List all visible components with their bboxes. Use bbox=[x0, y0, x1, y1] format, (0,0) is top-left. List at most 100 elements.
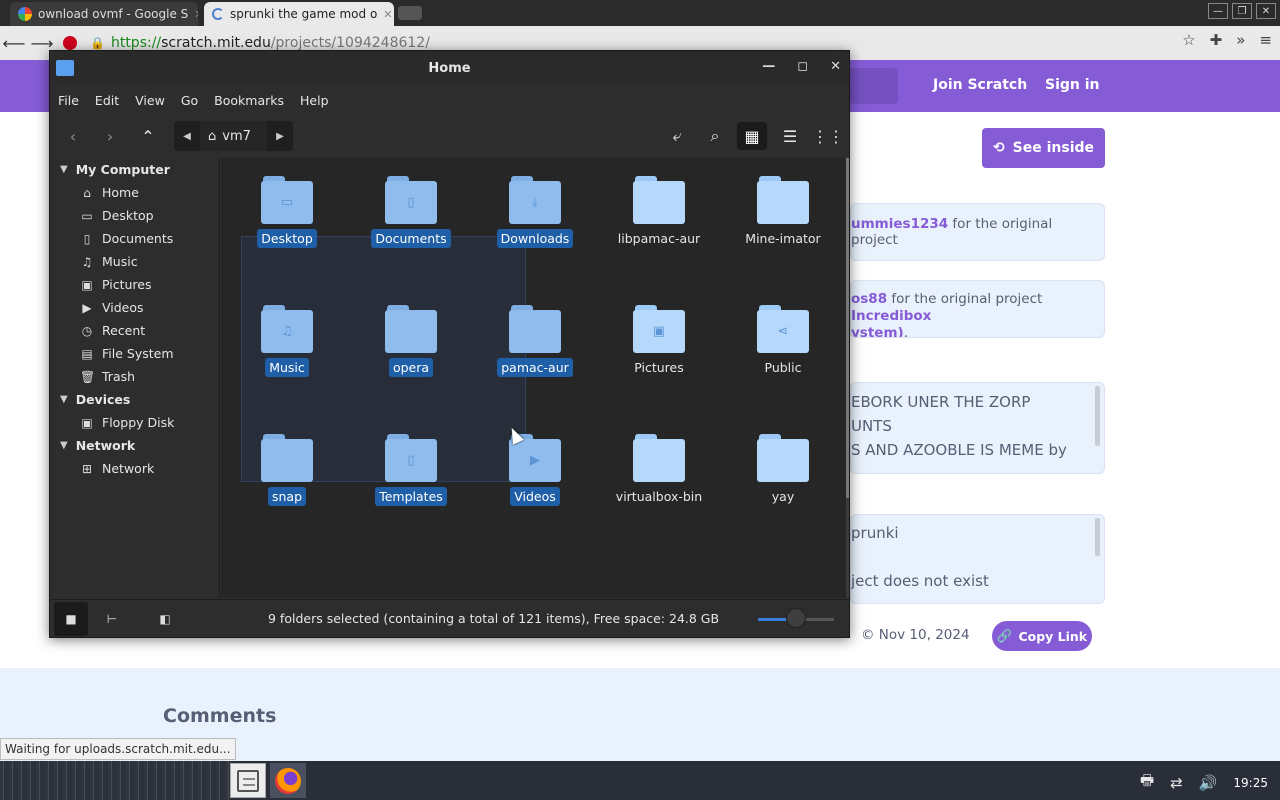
folder-item[interactable]: libpamac-aur bbox=[599, 176, 719, 296]
credit-project-link[interactable]: ystem) bbox=[851, 325, 904, 337]
taskbar-files-app[interactable] bbox=[230, 763, 266, 798]
forward-icon[interactable]: › bbox=[95, 122, 125, 150]
breadcrumb-home[interactable]: ⌂ vm7 bbox=[200, 121, 267, 151]
folder-item[interactable]: opera bbox=[351, 305, 471, 425]
credit-user-link[interactable]: os88 bbox=[851, 291, 887, 307]
up-icon[interactable]: ⌃ bbox=[133, 122, 163, 150]
taskbar-firefox-app[interactable] bbox=[270, 763, 306, 798]
folder-item[interactable]: Mine-imator bbox=[723, 176, 843, 296]
status-text: 9 folders selected (containing a total o… bbox=[268, 611, 720, 626]
icon-view-scrollbar[interactable] bbox=[846, 158, 849, 598]
menu-view[interactable]: View bbox=[127, 93, 173, 108]
scrollbar-thumb[interactable] bbox=[846, 158, 849, 498]
sidebar-section-devices[interactable]: ▼ Devices bbox=[50, 388, 219, 411]
see-inside-button[interactable]: ⟲ See inside bbox=[982, 128, 1105, 168]
folder-icon bbox=[633, 434, 685, 482]
folder-label: libpamac-aur bbox=[617, 231, 701, 246]
bookmark-star-icon[interactable]: ☆ bbox=[1182, 31, 1195, 49]
menu-go[interactable]: Go bbox=[173, 93, 206, 108]
breadcrumb-right-icon[interactable]: ▶ bbox=[267, 131, 293, 142]
notes-box[interactable]: prunki ject does not exist bbox=[850, 514, 1105, 604]
show-treeview-icon[interactable]: ⊢ bbox=[95, 602, 129, 636]
folder-item[interactable]: pamac-aur bbox=[475, 305, 595, 425]
sidebar-item-pictures[interactable]: ▣ Pictures bbox=[50, 273, 219, 296]
folder-item[interactable]: ▶ Videos bbox=[475, 434, 595, 554]
folder-item[interactable]: ▯ Documents bbox=[351, 176, 471, 296]
menu-help[interactable]: Help bbox=[292, 93, 337, 108]
scratch-search-box[interactable] bbox=[850, 68, 898, 104]
sidebar-item-floppy[interactable]: ▣ Floppy Disk bbox=[50, 411, 219, 434]
folder-item[interactable]: ▯ Templates bbox=[351, 434, 471, 554]
sidebar-item-desktop[interactable]: ▭ Desktop bbox=[50, 204, 219, 227]
folder-icon bbox=[757, 176, 809, 224]
breadcrumb-left-icon[interactable]: ◀ bbox=[174, 131, 200, 142]
browser-status-bar: Waiting for uploads.scratch.mit.edu... bbox=[0, 738, 236, 760]
back-icon[interactable]: ‹ bbox=[58, 122, 88, 150]
folder-label: snap bbox=[267, 487, 307, 506]
folder-item[interactable]: virtualbox-bin bbox=[599, 434, 719, 554]
browser-tab-google[interactable]: ownload ovmf - Google S ✕ bbox=[10, 2, 198, 26]
more-tools-icon[interactable]: » bbox=[1236, 31, 1245, 49]
network-transfer-icon[interactable]: ⇄ bbox=[1170, 774, 1183, 792]
clock[interactable]: 19:25 bbox=[1233, 776, 1268, 790]
close-tab-icon[interactable]: ✕ bbox=[194, 8, 198, 21]
folder-item[interactable]: yay bbox=[723, 434, 843, 554]
minimize-icon[interactable]: — bbox=[762, 59, 775, 74]
close-icon[interactable]: ✕ bbox=[830, 59, 841, 74]
sidebar-item-music[interactable]: ♫ Music bbox=[50, 250, 219, 273]
folder-item[interactable]: ♫ Music bbox=[227, 305, 347, 425]
compact-view-icon[interactable]: ⋮⋮ bbox=[812, 122, 844, 150]
sidebar-item-recent[interactable]: ◷ Recent bbox=[50, 319, 219, 342]
file-icon-view[interactable]: ▭ Desktop ▯ Documents ⤓ Downloads libpamac-aur… bbox=[221, 158, 847, 598]
new-tab-button[interactable] bbox=[398, 6, 422, 20]
icon-view-icon[interactable]: ▦ bbox=[737, 122, 767, 150]
folder-icon bbox=[633, 176, 685, 224]
credit-project-link[interactable]: Incredibox bbox=[851, 308, 931, 324]
sidebar-item-filesystem[interactable]: ▤ File System bbox=[50, 342, 219, 365]
sidebar-item-trash[interactable]: 🗑 Trash bbox=[50, 365, 219, 388]
menu-edit[interactable]: Edit bbox=[87, 93, 127, 108]
notes-scrollbar[interactable] bbox=[1095, 518, 1100, 556]
filesystem-icon: ▤ bbox=[81, 346, 93, 361]
sign-in-link[interactable]: Sign in bbox=[1045, 77, 1100, 93]
hide-sidebar-icon[interactable]: ◧ bbox=[148, 602, 182, 636]
menu-bookmarks[interactable]: Bookmarks bbox=[206, 93, 292, 108]
sidebar-item-home[interactable]: ⌂ Home bbox=[50, 181, 219, 204]
folder-item[interactable]: ⋖ Public bbox=[723, 305, 843, 425]
folder-item[interactable]: snap bbox=[227, 434, 347, 554]
copy-link-button[interactable]: 🔗 Copy Link bbox=[992, 621, 1092, 651]
url-field[interactable]: 🔒 https://scratch.mit.edu/projects/10942… bbox=[90, 35, 430, 51]
window-titlebar[interactable]: Home — ◻ ✕ bbox=[50, 51, 849, 86]
maximize-icon[interactable]: ❐ bbox=[1232, 3, 1252, 19]
instructions-box[interactable]: EBORK UNER THE ZORP UNTS S AND AZOOBLE I… bbox=[850, 382, 1105, 474]
zoom-slider-handle[interactable] bbox=[786, 608, 806, 628]
credit-user-link[interactable]: ummies1234 bbox=[851, 216, 948, 232]
sidebar-section-label: Devices bbox=[75, 392, 131, 407]
maximize-icon[interactable]: ◻ bbox=[797, 59, 808, 74]
sidebar-item-network[interactable]: ⊞ Network bbox=[50, 457, 219, 480]
folder-item[interactable]: ▣ Pictures bbox=[599, 305, 719, 425]
list-view-icon[interactable]: ☰ bbox=[775, 122, 805, 150]
menu-icon[interactable]: ≡ bbox=[1259, 31, 1272, 49]
show-places-icon[interactable]: ■ bbox=[54, 602, 88, 636]
sidebar-section-my-computer[interactable]: ▼ My Computer bbox=[50, 158, 219, 181]
sidebar-section-network[interactable]: ▼ Network bbox=[50, 434, 219, 457]
menu-file[interactable]: File bbox=[50, 93, 87, 108]
browser-tab-scratch[interactable]: sprunki the game mod o ✕ bbox=[204, 2, 394, 26]
search-icon[interactable]: ⌕ bbox=[700, 122, 730, 150]
join-scratch-link[interactable]: Join Scratch bbox=[933, 77, 1027, 93]
open-terminal-icon[interactable]: ⤶ bbox=[662, 122, 692, 150]
music-folder-icon: ♫ bbox=[261, 305, 313, 353]
back-icon[interactable]: ⟵ bbox=[0, 29, 28, 57]
printer-icon[interactable]: 🖶 bbox=[1140, 770, 1154, 795]
minimize-icon[interactable]: — bbox=[1208, 3, 1228, 19]
volume-icon[interactable]: 🔊 bbox=[1199, 774, 1218, 792]
sidebar-item-documents[interactable]: ▯ Documents bbox=[50, 227, 219, 250]
sidebar-item-videos[interactable]: ▶ Videos bbox=[50, 296, 219, 319]
close-tab-icon[interactable]: ✕ bbox=[383, 8, 392, 21]
folder-item[interactable]: ⤓ Downloads bbox=[475, 176, 595, 296]
close-icon[interactable]: ✕ bbox=[1256, 3, 1276, 19]
instructions-scrollbar[interactable] bbox=[1095, 386, 1100, 446]
extensions-icon[interactable]: ✚ bbox=[1210, 31, 1223, 49]
folder-item[interactable]: ▭ Desktop bbox=[227, 176, 347, 296]
